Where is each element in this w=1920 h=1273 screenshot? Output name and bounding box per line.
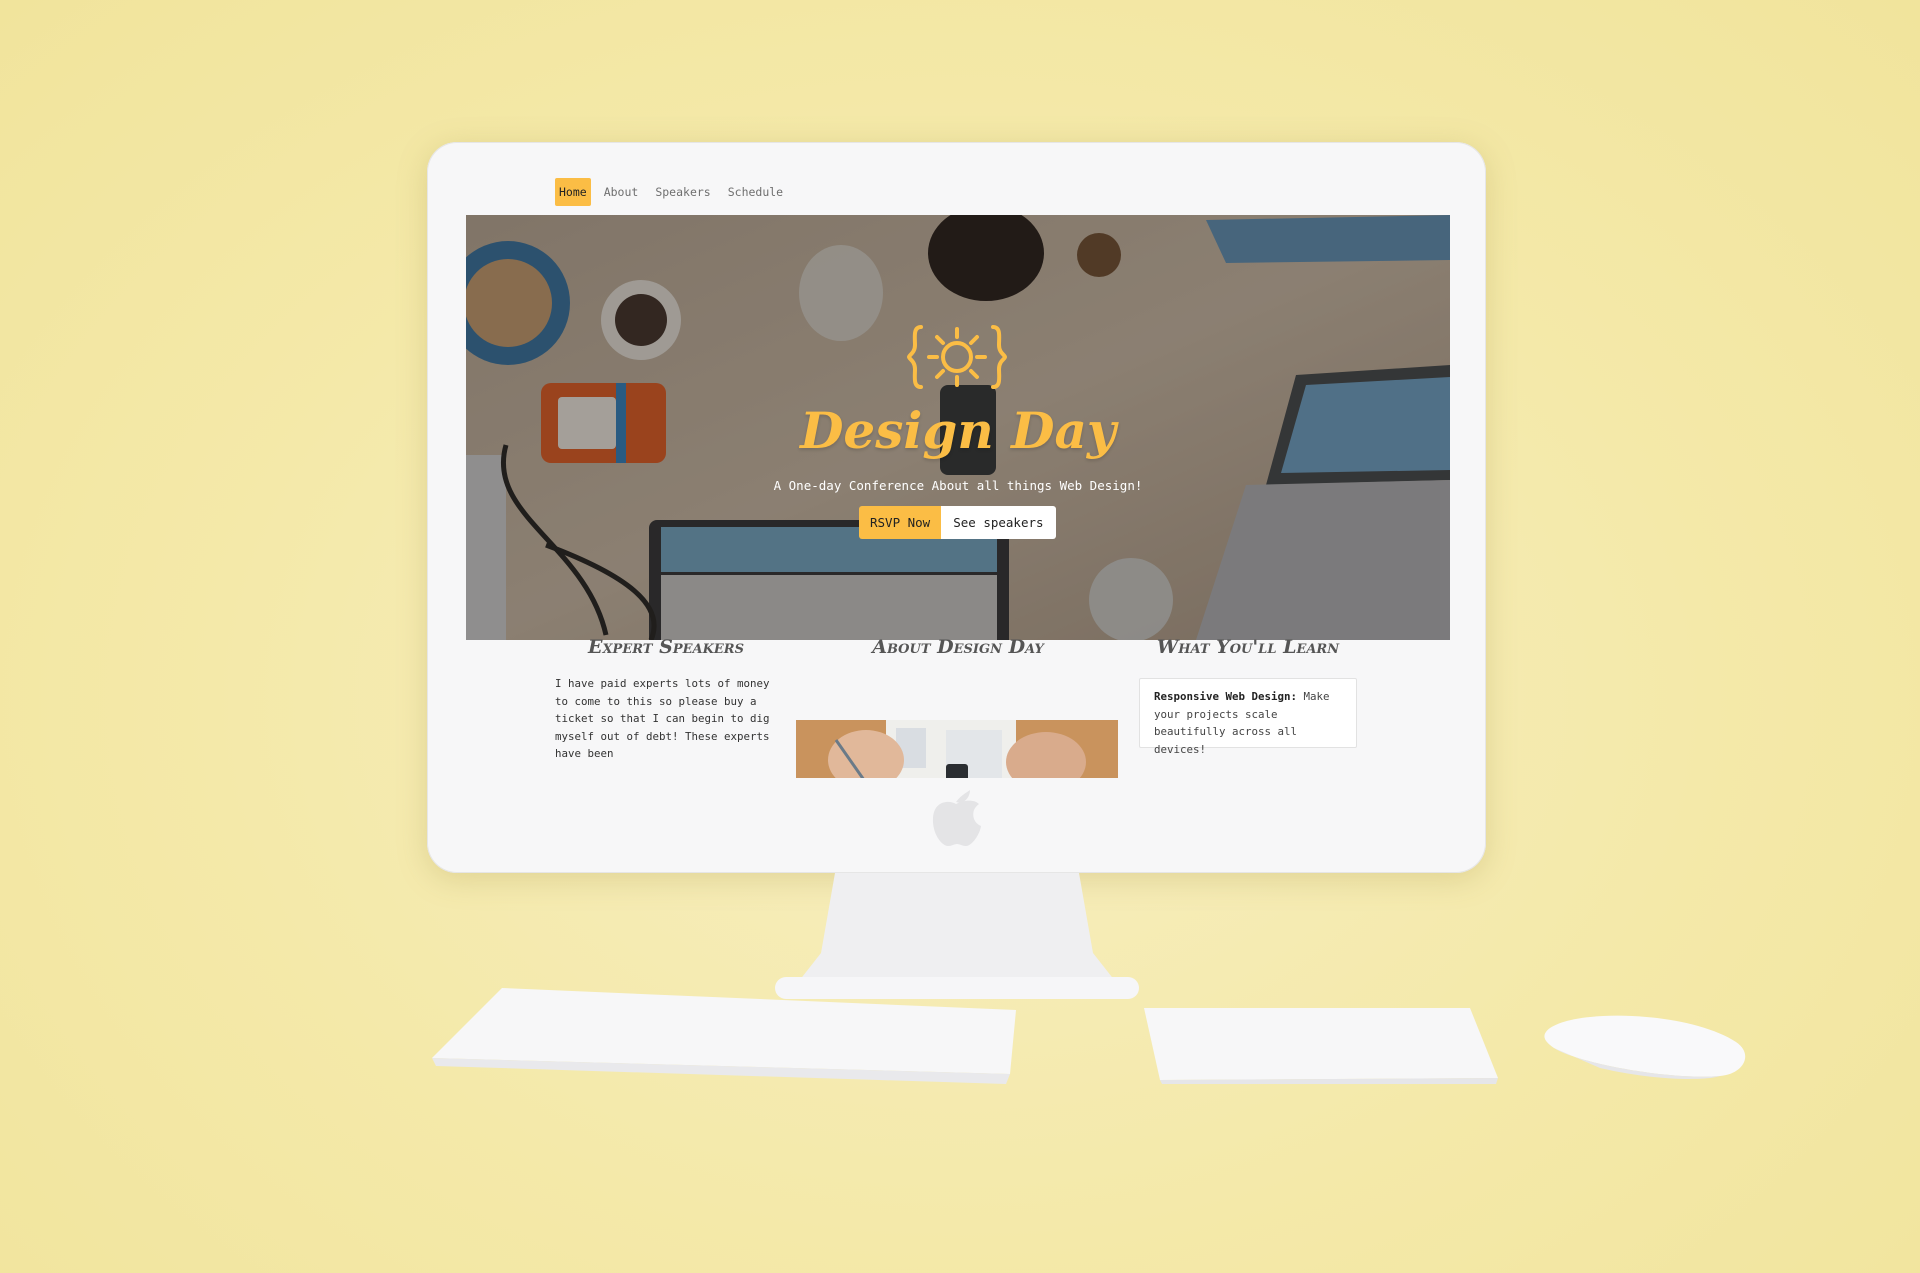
imac-stand <box>775 873 1139 999</box>
about-photo <box>796 720 1118 778</box>
sun-braces-icon <box>907 325 1007 389</box>
hero-title: Design Day <box>800 401 1116 460</box>
nav-links: Home About Speakers Schedule <box>555 178 796 206</box>
top-navigation: Home About Speakers Schedule <box>466 173 1450 215</box>
nav-speakers-link[interactable]: Speakers <box>651 178 714 206</box>
expert-speakers-heading: Expert Speakers <box>587 636 744 658</box>
keyboard <box>432 988 1016 1084</box>
trackpad <box>1144 1008 1498 1084</box>
what-youll-learn-heading: What You'll Learn <box>1156 636 1340 658</box>
expert-speakers-text: I have paid experts lots of money to com… <box>555 677 770 760</box>
see-speakers-button[interactable]: See speakers <box>941 506 1056 539</box>
nav-about-link[interactable]: About <box>600 178 643 206</box>
hero-button-group: RSVP Now See speakers <box>859 506 1056 539</box>
hero-subtitle: A One-day Conference About all things We… <box>773 478 1143 493</box>
about-design-day-heading: About Design Day <box>872 636 1044 658</box>
nav-home-link[interactable]: Home <box>555 178 591 206</box>
rsvp-button[interactable]: RSVP Now <box>859 506 942 539</box>
apple-logo-icon <box>932 790 981 846</box>
magic-mouse <box>1544 1015 1746 1079</box>
browser-screen: Home About Speakers Schedule Design Day … <box>466 173 1450 778</box>
learn-card: Responsive Web Design: Make your project… <box>1139 678 1357 756</box>
nav-schedule-link[interactable]: Schedule <box>724 178 787 206</box>
hero-banner: Design Day A One-day Conference About al… <box>466 215 1450 640</box>
learn-item-title: Responsive Web Design: <box>1154 690 1298 703</box>
